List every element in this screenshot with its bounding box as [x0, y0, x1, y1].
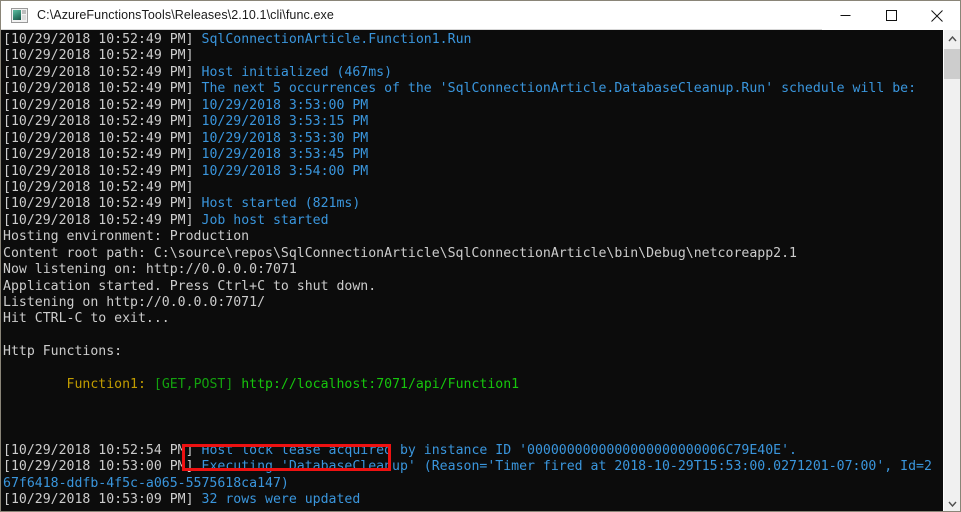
- console-line: [10/29/2018 10:52:49 PM]: [3, 180, 932, 196]
- console-line: 67f6418-ddfb-4f5c-a065-5575618ca147): [3, 476, 932, 492]
- console-line: [10/29/2018 10:52:49 PM] The next 5 occu…: [3, 81, 932, 97]
- chevron-down-icon: [948, 501, 957, 507]
- scroll-down-button[interactable]: [944, 495, 960, 511]
- console-line: [10/29/2018 10:52:49 PM] Job host starte…: [3, 213, 932, 229]
- window-controls: [822, 1, 960, 30]
- log-message: Hit CTRL-C to exit...: [3, 311, 170, 327]
- console-text: [10/29/2018 10:52:49 PM] SqlConnectionAr…: [3, 32, 932, 509]
- console-line: [10/29/2018 10:52:49 PM] 10/29/2018 3:53…: [3, 98, 932, 114]
- log-message: Host lock lease acquired by instance ID …: [201, 442, 797, 458]
- log-timestamp: [10/29/2018 10:52:49 PM]: [3, 130, 202, 146]
- log-message: 10/29/2018 3:54:00 PM: [201, 163, 369, 179]
- log-message: 10/29/2018 3:53:15 PM: [201, 114, 369, 130]
- console-line: [10/29/2018 10:52:49 PM] 10/29/2018 3:53…: [3, 147, 932, 163]
- close-icon: [931, 9, 943, 22]
- log-message: 32 rows were updated: [201, 492, 361, 508]
- log-message: Listening on http://0.0.0.0:7071/: [3, 295, 266, 310]
- log-message: Hosting environment: Production: [3, 229, 250, 245]
- console-line: [10/29/2018 10:52:49 PM] Host started (8…: [3, 196, 932, 212]
- log-message: Host initialized (467ms): [201, 64, 393, 80]
- console-line: Hit CTRL-C to exit...: [3, 311, 932, 327]
- log-message: Host started (821ms): [201, 196, 361, 212]
- log-timestamp: [10/29/2018 10:52:49 PM]: [3, 48, 194, 64]
- log-message: 10/29/2018 3:53:30 PM: [201, 130, 369, 146]
- log-message: Application started. Press Ctrl+C to shu…: [3, 278, 377, 294]
- console-window: C:\AzureFunctionsTools\Releases\2.10.1\c…: [0, 0, 961, 512]
- log-timestamp: [10/29/2018 10:52:49 PM]: [3, 114, 202, 130]
- log-timestamp: [10/29/2018 10:53:00 PM]: [3, 459, 202, 475]
- log-message: SqlConnectionArticle.Function1.Run: [201, 32, 472, 47]
- log-timestamp: [10/29/2018 10:52:49 PM]: [3, 196, 202, 212]
- log-message: 10/29/2018 3:53:00 PM: [201, 97, 369, 113]
- console-line: [10/29/2018 10:52:49 PM] SqlConnectionAr…: [3, 32, 932, 48]
- log-timestamp: [10/29/2018 10:52:49 PM]: [3, 64, 202, 80]
- console-line: Content root path: C:\source\repos\SqlCo…: [3, 246, 932, 262]
- scrollbar-thumb[interactable]: [944, 49, 960, 79]
- console-line: Hosting environment: Production: [3, 229, 932, 245]
- maximize-icon: [885, 10, 897, 21]
- log-message: Job host started: [201, 212, 329, 228]
- log-timestamp: [10/29/2018 10:52:54 PM]: [3, 442, 202, 458]
- log-timestamp: [10/29/2018 10:52:49 PM]: [3, 97, 202, 113]
- function-url[interactable]: http://localhost:7071/api/Function1: [241, 377, 519, 392]
- title-bar: C:\AzureFunctionsTools\Releases\2.10.1\c…: [1, 1, 960, 30]
- console-line: [10/29/2018 10:52:49 PM] 10/29/2018 3:53…: [3, 114, 932, 130]
- console-line: [10/29/2018 10:52:49 PM] Host initialize…: [3, 65, 932, 81]
- console-output-area[interactable]: [10/29/2018 10:52:49 PM] SqlConnectionAr…: [1, 30, 943, 511]
- log-message: Now listening on: http://0.0.0.0:7071: [3, 262, 297, 278]
- console-line: Application started. Press Ctrl+C to shu…: [3, 279, 932, 295]
- log-message: 67f6418-ddfb-4f5c-a065-5575618ca147): [3, 475, 289, 491]
- console-line: [10/29/2018 10:53:00 PM] Executing 'Data…: [3, 459, 932, 475]
- maximize-button[interactable]: [868, 1, 914, 30]
- log-timestamp: [10/29/2018 10:52:49 PM]: [3, 81, 202, 97]
- log-timestamp: [10/29/2018 10:52:49 PM]: [3, 212, 202, 228]
- log-timestamp: [10/29/2018 10:53:09 PM]: [3, 492, 202, 508]
- console-line: Http Functions:: [3, 344, 932, 360]
- log-message: Executing 'DatabaseCleanup' (Reason='Tim…: [201, 459, 932, 475]
- console-icon: [11, 7, 28, 23]
- log-timestamp: [10/29/2018 10:52:49 PM]: [3, 147, 202, 163]
- log-message: 10/29/2018 3:53:45 PM: [201, 147, 369, 163]
- http-function-entry: Function1: [GET,POST] http://localhost:7…: [3, 377, 932, 393]
- console-line: [10/29/2018 10:52:49 PM]: [3, 48, 932, 64]
- function-name: Function1:: [66, 377, 154, 393]
- log-timestamp: [10/29/2018 10:52:49 PM]: [3, 179, 194, 195]
- chevron-up-icon: [948, 35, 957, 41]
- console-line: [10/29/2018 10:52:49 PM] 10/29/2018 3:54…: [3, 164, 932, 180]
- console-line: [10/29/2018 10:53:09 PM] 32 rows were up…: [3, 492, 932, 508]
- vertical-scrollbar[interactable]: [943, 30, 960, 511]
- console-line: [10/29/2018 10:52:54 PM] Host lock lease…: [3, 443, 932, 459]
- minimize-button[interactable]: [822, 1, 868, 30]
- log-timestamp: [10/29/2018 10:52:49 PM]: [3, 163, 202, 179]
- http-methods: [GET,POST]: [153, 377, 242, 393]
- scroll-up-button[interactable]: [944, 30, 960, 47]
- window-title: C:\AzureFunctionsTools\Releases\2.10.1\c…: [37, 8, 334, 22]
- log-message: The next 5 occurrences of the 'SqlConnec…: [201, 81, 917, 97]
- console-line: Listening on http://0.0.0.0:7071/: [3, 295, 932, 311]
- minimize-icon: [840, 15, 850, 16]
- log-timestamp: [10/29/2018 10:52:49 PM]: [3, 32, 202, 47]
- close-button[interactable]: [914, 1, 960, 30]
- console-line: [10/29/2018 10:52:49 PM] 10/29/2018 3:53…: [3, 131, 932, 147]
- log-message: Http Functions:: [3, 344, 123, 360]
- console-line: Now listening on: http://0.0.0.0:7071: [3, 262, 932, 278]
- log-message: Content root path: C:\source\repos\SqlCo…: [3, 245, 797, 261]
